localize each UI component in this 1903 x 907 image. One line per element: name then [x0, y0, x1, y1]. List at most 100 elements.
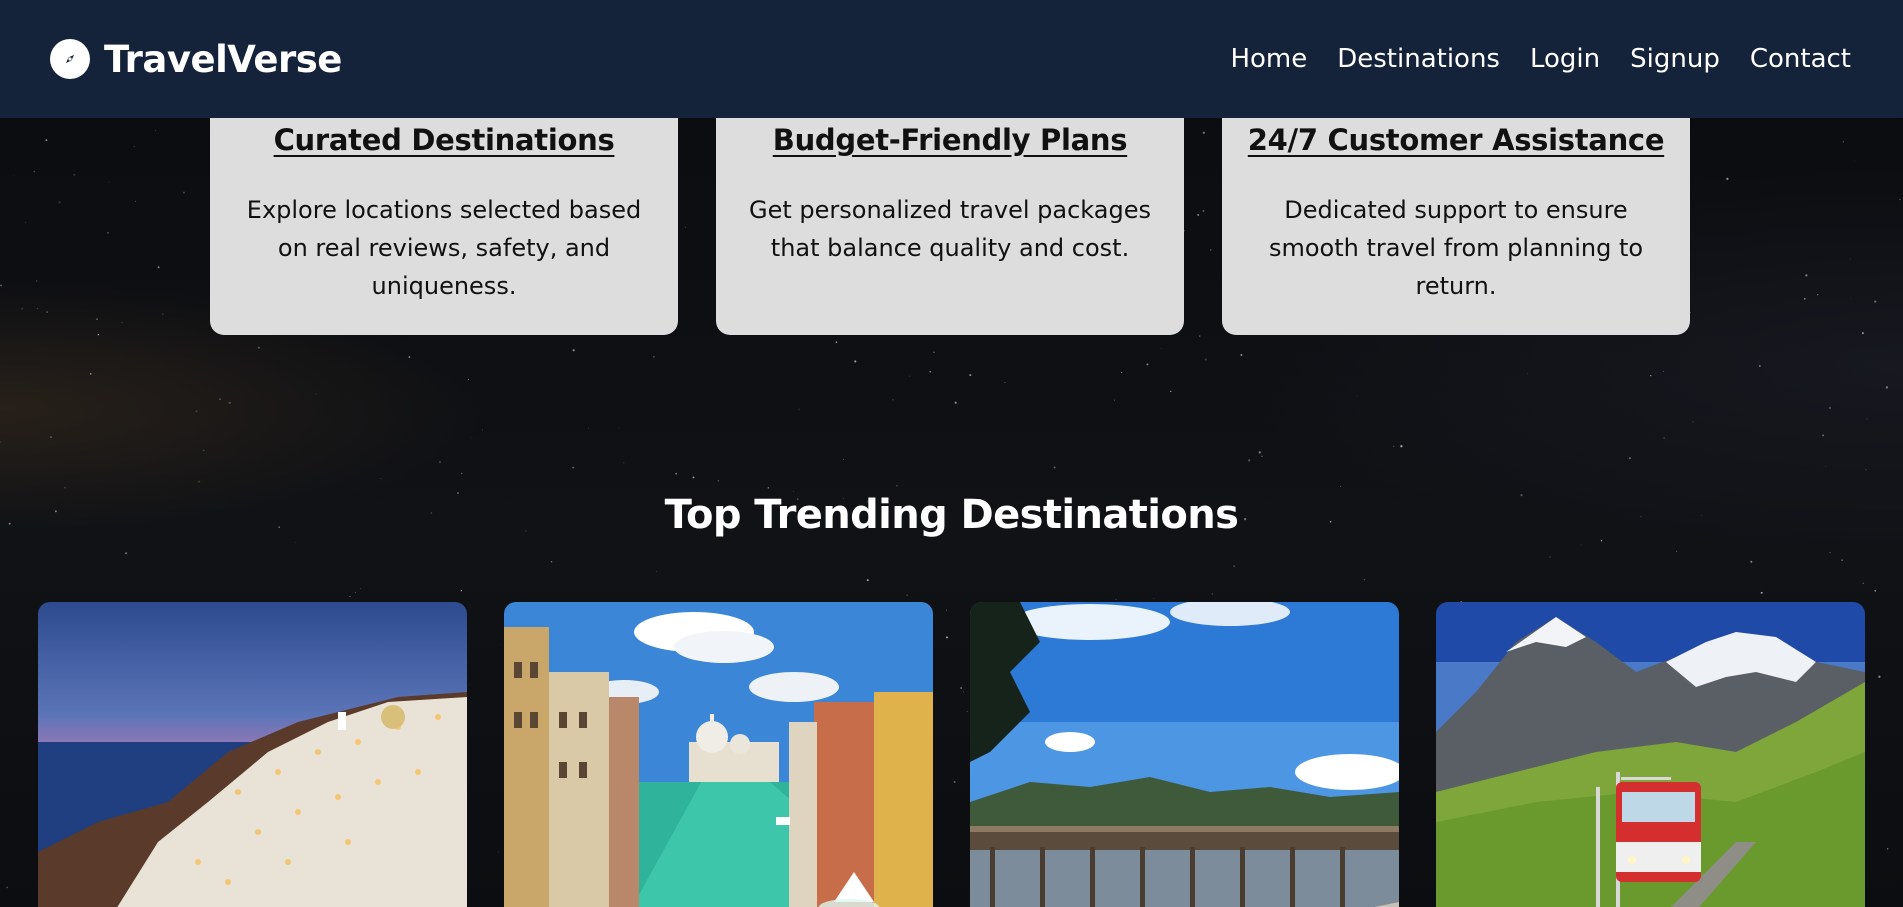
destination-card-cliffside-village[interactable]: [38, 602, 467, 907]
star: [49, 436, 53, 439]
navbar: TravelVerse Home Destinations Login Sign…: [0, 0, 1903, 118]
star: [295, 542, 297, 543]
nav-links: Home Destinations Login Signup Contact: [1230, 44, 1851, 74]
star: [1580, 544, 1582, 546]
star: [315, 393, 317, 395]
star: [1760, 591, 1763, 594]
nav-login-link[interactable]: Login: [1530, 44, 1600, 74]
star: [1874, 300, 1877, 303]
wooden-bridge-image: [970, 602, 1399, 907]
star: [1758, 364, 1761, 368]
star: [460, 590, 462, 592]
star: [623, 462, 625, 464]
star: [471, 437, 473, 439]
feature-title: Curated Destinations: [273, 123, 615, 157]
star: [653, 355, 655, 358]
star: [675, 473, 677, 475]
destination-card-venice-canal[interactable]: [504, 602, 933, 907]
star: [36, 307, 38, 309]
feature-description: Get personalized travel packages that ba…: [748, 196, 1151, 262]
star: [1899, 198, 1901, 201]
star: [182, 191, 185, 194]
star: [717, 480, 720, 482]
destination-card-wooden-bridge[interactable]: [970, 602, 1399, 907]
star: [0, 284, 2, 287]
nav-home-link[interactable]: Home: [1230, 44, 1307, 74]
star: [13, 175, 15, 177]
trending-heading: Top Trending Destinations: [664, 492, 1239, 538]
star: [933, 351, 935, 353]
star: [572, 466, 575, 469]
star: [1822, 434, 1825, 437]
star: [1160, 348, 1162, 349]
star: [929, 371, 931, 373]
star: [1340, 485, 1341, 487]
star: [96, 318, 98, 320]
star: [1878, 675, 1881, 678]
star: [692, 476, 695, 479]
star: [909, 375, 911, 377]
star: [1854, 160, 1856, 162]
feature-card-budget: Budget-Friendly Plans Get personalized t…: [716, 80, 1184, 335]
star: [1363, 579, 1365, 581]
star: [1199, 335, 1201, 337]
star: [134, 200, 136, 202]
star: [1400, 445, 1403, 448]
star: [1121, 372, 1123, 374]
star: [162, 313, 164, 315]
star: [1004, 381, 1006, 383]
star: [125, 552, 128, 555]
star: [1862, 582, 1864, 585]
nav-contact-link[interactable]: Contact: [1750, 44, 1851, 74]
compass-icon: [50, 39, 90, 79]
star: [1866, 418, 1868, 420]
star: [1829, 551, 1831, 554]
feature-description: Explore locations selected based on real…: [246, 196, 642, 300]
star: [45, 139, 48, 142]
star: [1842, 140, 1845, 143]
star: [1675, 550, 1677, 552]
nav-destinations-link[interactable]: Destinations: [1337, 44, 1500, 74]
star: [354, 591, 356, 593]
star: [97, 333, 100, 336]
star: [866, 579, 869, 582]
star: [89, 372, 92, 375]
star: [21, 307, 24, 310]
nav-signup-link[interactable]: Signup: [1630, 44, 1720, 74]
star: [1356, 395, 1358, 397]
star: [35, 280, 38, 282]
star: [1527, 373, 1528, 375]
star: [1549, 556, 1551, 558]
alpine-train-image: [1436, 602, 1865, 907]
feature-title: Budget-Friendly Plans: [772, 123, 1128, 157]
star: [460, 472, 463, 475]
star: [954, 401, 957, 404]
star: [0, 441, 2, 443]
star: [1841, 559, 1843, 561]
star: [1663, 437, 1665, 439]
star: [1393, 445, 1395, 447]
star: [1828, 406, 1832, 410]
destination-card-alpine-train[interactable]: [1436, 602, 1865, 907]
star: [1248, 459, 1251, 462]
star: [157, 266, 160, 269]
star: [1233, 565, 1236, 568]
star: [969, 374, 972, 377]
star: [1692, 421, 1694, 423]
brand[interactable]: TravelVerse: [50, 38, 342, 81]
star: [906, 594, 908, 596]
star: [1261, 455, 1263, 458]
star: [408, 356, 411, 358]
star: [1865, 469, 1867, 471]
star: [896, 484, 898, 487]
star: [1825, 466, 1827, 467]
star: [108, 181, 110, 183]
star: [1726, 177, 1729, 181]
star: [1211, 593, 1213, 595]
star: [1874, 590, 1877, 592]
star: [25, 222, 27, 223]
star: [1663, 371, 1665, 372]
star: [1885, 386, 1889, 389]
star: [572, 349, 575, 352]
star: [197, 480, 201, 483]
